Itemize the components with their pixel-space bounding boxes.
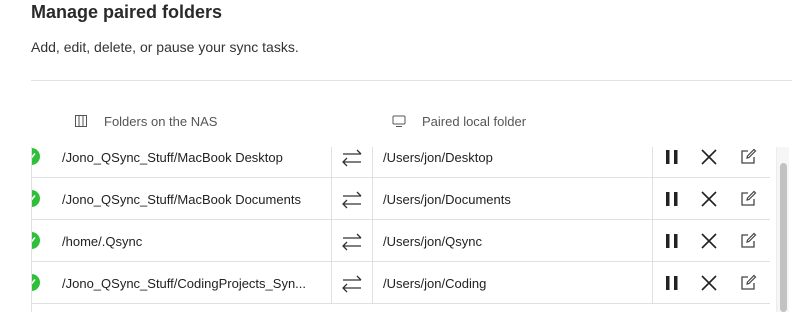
column-divider — [652, 220, 653, 261]
pause-button[interactable] — [663, 190, 681, 208]
nas-folder-path: /Jono_QSync_Stuff/MacBook Desktop — [62, 150, 283, 165]
local-folder-path: /Users/jon/Qsync — [383, 234, 482, 249]
local-folder-path: /Users/jon/Coding — [383, 276, 487, 291]
table-row[interactable]: /Jono_QSync_Stuff/CodingProjects_Syn... … — [32, 262, 770, 304]
delete-button[interactable] — [700, 274, 718, 292]
two-way-sync-icon — [341, 232, 363, 252]
delete-button[interactable] — [700, 232, 718, 250]
column-divider — [372, 178, 373, 219]
edit-button[interactable] — [739, 274, 757, 292]
two-way-sync-icon — [341, 148, 363, 168]
check-circle-icon — [32, 232, 40, 249]
column-divider — [652, 147, 653, 177]
vertical-scrollbar[interactable] — [776, 147, 789, 312]
column-divider — [331, 262, 332, 303]
column-header-nas-label: Folders on the NAS — [104, 113, 218, 129]
column-divider — [372, 262, 373, 303]
table-row[interactable]: /Jono_QSync_Stuff/MacBook Documents /Use… — [32, 178, 770, 220]
check-circle-icon — [32, 148, 40, 165]
column-divider — [652, 178, 653, 219]
column-header-nas: Folders on the NAS — [74, 112, 217, 130]
two-way-sync-icon — [341, 274, 363, 294]
delete-button[interactable] — [700, 148, 718, 166]
column-header-local-label: Paired local folder — [422, 113, 527, 129]
nas-folder-path: /Jono_QSync_Stuff/MacBook Documents — [62, 192, 301, 207]
column-divider — [331, 220, 332, 261]
table-row[interactable]: /Jono_QSync_Stuff/MacBook Desktop /Users… — [32, 147, 770, 178]
column-divider — [652, 262, 653, 303]
pause-button[interactable] — [663, 274, 681, 292]
page-subtitle: Add, edit, delete, or pause your sync ta… — [31, 39, 299, 55]
local-folder-path: /Users/jon/Desktop — [383, 150, 493, 165]
table-row[interactable]: /home/.Qsync /Users/jon/Qsync — [32, 220, 770, 262]
check-circle-icon — [32, 190, 40, 207]
edit-button[interactable] — [739, 232, 757, 250]
local-folder-path: /Users/jon/Documents — [383, 192, 511, 207]
nas-folder-path: /Jono_QSync_Stuff/CodingProjects_Syn... — [62, 276, 307, 291]
two-way-sync-icon — [341, 190, 363, 210]
check-circle-icon — [32, 274, 40, 291]
paired-folders-table: /Jono_QSync_Stuff/MacBook Desktop /Users… — [31, 147, 770, 312]
page-title: Manage paired folders — [31, 2, 223, 22]
pause-button[interactable] — [663, 148, 681, 166]
pause-button[interactable] — [663, 232, 681, 250]
nas-icon — [74, 114, 88, 128]
column-divider — [372, 147, 373, 177]
nas-folder-path: /home/.Qsync — [62, 234, 143, 249]
column-divider — [372, 220, 373, 261]
edit-button[interactable] — [739, 148, 757, 166]
scrollbar-thumb[interactable] — [780, 163, 787, 312]
column-divider — [331, 178, 332, 219]
edit-button[interactable] — [739, 190, 757, 208]
delete-button[interactable] — [700, 190, 718, 208]
column-header-local: Paired local folder — [392, 112, 526, 130]
monitor-icon — [392, 114, 406, 128]
divider — [31, 80, 792, 81]
column-divider — [331, 147, 332, 177]
